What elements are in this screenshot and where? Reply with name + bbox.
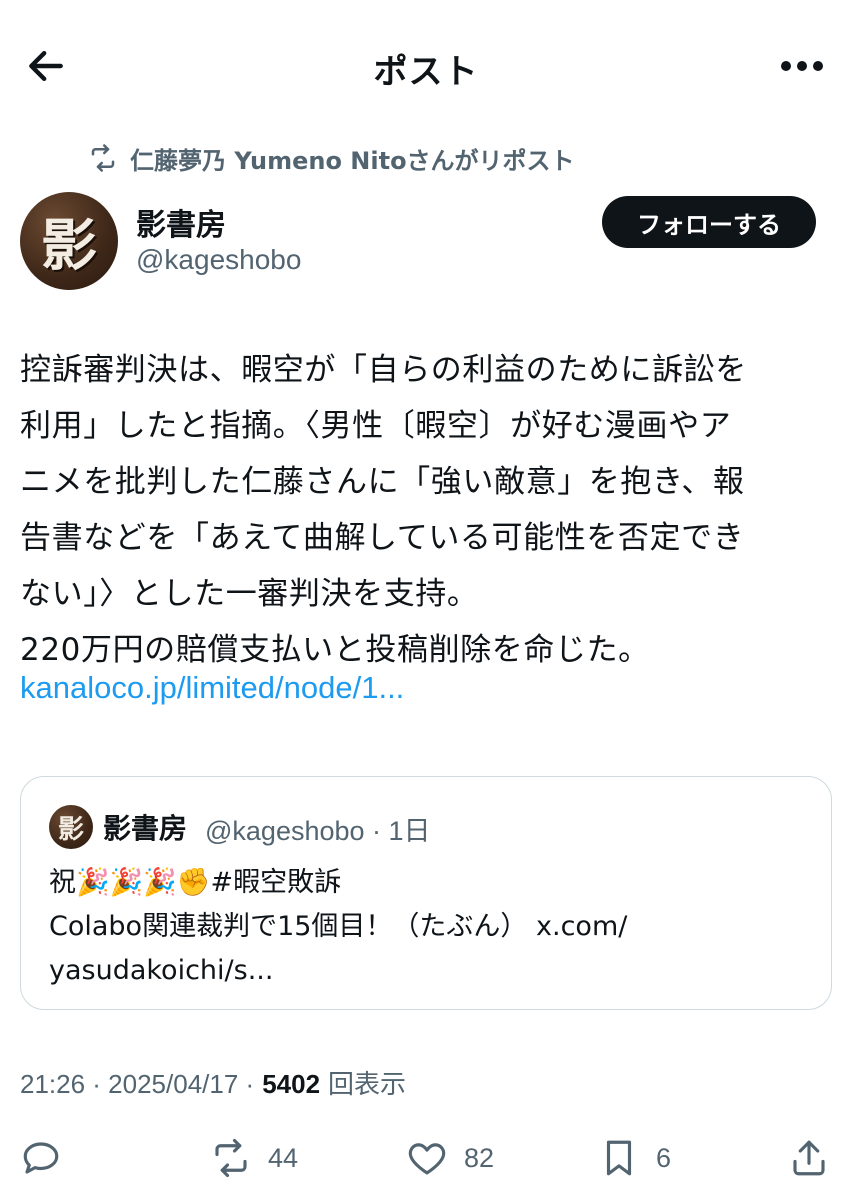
heart-icon bbox=[408, 1143, 446, 1175]
author-name[interactable]: 影書房 bbox=[136, 200, 226, 244]
post-meta: 21:26 · 2025/04/17 · 5402 回表示 bbox=[20, 1064, 406, 1101]
quoted-author-handle: @kageshobo · 1日 bbox=[205, 816, 431, 846]
post-timestamp: 21:26 · 2025/04/17 · bbox=[20, 1069, 255, 1099]
retweet-button[interactable]: 44 bbox=[210, 1130, 298, 1186]
more-options-button[interactable] bbox=[774, 42, 830, 90]
quoted-author-name: 影書房 bbox=[103, 812, 188, 845]
post-link[interactable]: kanaloco.jp/limited/node/1... bbox=[20, 670, 404, 706]
retweet-count: 44 bbox=[268, 1142, 299, 1173]
views-label: 回表示 bbox=[328, 1069, 407, 1099]
repost-icon bbox=[91, 144, 115, 172]
share-button[interactable] bbox=[788, 1130, 830, 1186]
top-bar: ポスト bbox=[0, 0, 852, 130]
reply-button[interactable] bbox=[20, 1130, 78, 1186]
quoted-text: 祝🎉🎉🎉✊#暇空敗訴 Colabo関連裁判で15個目！（たぶん） x.com/ … bbox=[49, 867, 628, 986]
action-bar: 44 82 6 bbox=[0, 1130, 852, 1186]
more-dots-icon bbox=[781, 61, 823, 71]
like-button[interactable]: 82 bbox=[406, 1130, 494, 1186]
repost-indicator[interactable]: 仁藤夢乃 Yumeno Nitoさんがリポスト bbox=[88, 140, 575, 176]
page-title: ポスト bbox=[373, 52, 479, 92]
author-handle[interactable]: @kageshobo bbox=[136, 244, 301, 276]
share-icon bbox=[793, 1140, 825, 1176]
author-avatar[interactable]: 影 bbox=[20, 192, 118, 290]
bookmark-count: 6 bbox=[656, 1142, 672, 1173]
avatar-glyph: 影 bbox=[41, 212, 97, 279]
follow-button[interactable]: フォローする bbox=[602, 196, 816, 248]
retweet-icon bbox=[215, 1138, 247, 1178]
like-count: 82 bbox=[464, 1142, 495, 1173]
views-count[interactable]: 5402 bbox=[262, 1069, 320, 1100]
reply-icon bbox=[23, 1142, 59, 1174]
bookmark-button[interactable]: 6 bbox=[598, 1130, 671, 1186]
quoted-post[interactable]: 影 影書房 @kageshobo · 1日 祝🎉🎉🎉✊#暇空敗訴 Colabo関… bbox=[20, 776, 832, 1010]
quoted-avatar: 影 bbox=[49, 805, 93, 849]
quoted-avatar-glyph: 影 bbox=[57, 814, 84, 845]
bookmark-icon bbox=[606, 1140, 632, 1176]
post-text: 控訴審判決は、暇空が「自らの利益のために訴訟を 利用」したと指摘。〈男性〔暇空〕… bbox=[20, 352, 747, 668]
repost-text: 仁藤夢乃 Yumeno Nitoさんがリポスト bbox=[130, 146, 575, 175]
